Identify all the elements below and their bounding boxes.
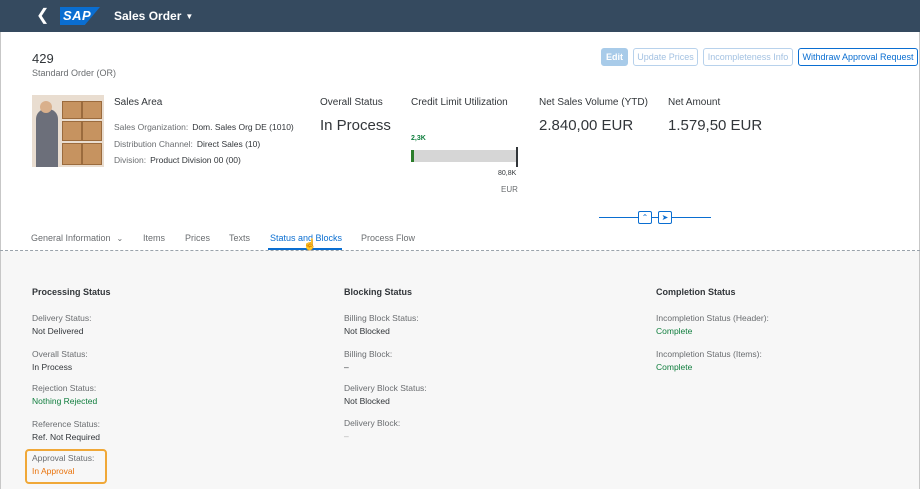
app-title-menu[interactable]: Sales Order ▼	[114, 9, 193, 23]
overall-status-value: In Process	[320, 117, 391, 134]
reference-status-label: Reference Status:	[32, 419, 101, 429]
net-sales-label: Net Sales Volume (YTD)	[539, 97, 648, 108]
sales-org-label: Sales Organization:	[114, 122, 189, 132]
processing-status-title: Processing Status	[32, 287, 111, 297]
sales-org-row: Sales Organization: Dom. Sales Org DE (10…	[114, 122, 294, 132]
object-type: Standard Order (OR)	[32, 68, 117, 78]
distribution-channel-row: Distribution Channel: Direct Sales (10)	[114, 139, 260, 149]
incompleteness-info-button[interactable]: Incompleteness Info	[703, 48, 793, 66]
tab-prices[interactable]: Prices	[185, 233, 210, 243]
division-value: Product Division 00 (00)	[150, 155, 241, 165]
chevron-down-icon: ⌄	[116, 234, 124, 243]
billing-block-label: Billing Block:	[344, 349, 393, 359]
completion-status-title: Completion Status	[656, 287, 736, 297]
distribution-channel-label: Distribution Channel:	[114, 139, 193, 149]
object-id: 429	[32, 51, 54, 66]
approval-status-highlight	[25, 449, 107, 484]
mouse-pointer-icon: ☝	[303, 239, 317, 251]
incompletion-header-value: Complete	[656, 326, 693, 336]
delivery-block-value: –	[344, 431, 349, 441]
tab-label: General Information	[31, 233, 111, 243]
rejection-status-label: Rejection Status:	[32, 383, 97, 393]
sap-logo[interactable]: SAP	[60, 7, 100, 25]
overall-status-field-value: In Process	[32, 362, 73, 372]
delivery-block-label: Delivery Block:	[344, 418, 401, 428]
edit-button[interactable]: Edit	[601, 48, 628, 66]
division-label: Division:	[114, 155, 147, 165]
delivery-block-status-value: Not Blocked	[344, 396, 390, 406]
app-title: Sales Order	[114, 9, 182, 23]
billing-block-status-label: Billing Block Status:	[344, 313, 419, 323]
credit-used-label: 2,3K	[411, 135, 426, 142]
overall-status-label: Overall Status	[320, 97, 383, 108]
tab-items[interactable]: Items	[143, 233, 165, 243]
sales-org-value: Dom. Sales Org DE (1010)	[192, 122, 294, 132]
caret-down-icon: ▼	[185, 12, 194, 21]
status-and-blocks-section: Processing Status Delivery Status: Not D…	[0, 251, 920, 489]
distribution-channel-value: Direct Sales (10)	[196, 139, 261, 149]
header-image	[32, 95, 104, 167]
delivery-block-status-label: Delivery Block Status:	[344, 383, 427, 393]
tab-texts[interactable]: Texts	[229, 233, 250, 243]
withdraw-approval-button[interactable]: Withdraw Approval Request	[798, 48, 918, 66]
tab-process-flow[interactable]: Process Flow	[361, 233, 415, 243]
tab-general-information[interactable]: General Information ⌄	[31, 233, 123, 243]
overall-status-field-label: Overall Status:	[32, 349, 88, 359]
incompletion-items-value: Complete	[656, 362, 693, 372]
anchor-bar: General Information ⌄ Items Prices Texts …	[0, 218, 920, 250]
back-icon[interactable]: ❮	[36, 7, 49, 25]
logo-text: SAP	[63, 8, 92, 23]
credit-limit-marker	[516, 147, 518, 167]
billing-block-value: –	[344, 362, 349, 372]
net-sales-value: 2.840,00 EUR	[539, 117, 634, 134]
net-amount-value: 1.579,50 EUR	[668, 117, 763, 134]
incompletion-items-label: Incompletion Status (Items):	[656, 349, 762, 359]
rejection-status-value: Nothing Rejected	[32, 396, 98, 406]
credit-max-label: 80,8K	[498, 170, 517, 177]
sales-area-title: Sales Area	[114, 97, 163, 108]
incompletion-header-label: Incompletion Status (Header):	[656, 313, 769, 323]
net-amount-label: Net Amount	[668, 97, 721, 108]
blocking-status-title: Blocking Status	[344, 287, 413, 297]
delivery-status-label: Delivery Status:	[32, 313, 92, 323]
credit-limit-bar	[411, 150, 517, 162]
division-row: Division: Product Division 00 (00)	[114, 155, 241, 165]
reference-status-value: Ref. Not Required	[32, 432, 101, 442]
update-prices-button[interactable]: Update Prices	[633, 48, 698, 66]
billing-block-status-value: Not Blocked	[344, 326, 390, 336]
shell-bar: ❮ SAP Sales Order ▼	[0, 0, 920, 32]
delivery-status-value: Not Delivered	[32, 326, 84, 336]
credit-limit-fill	[411, 150, 414, 162]
credit-limit-label: Credit Limit Utilization	[411, 97, 508, 108]
credit-unit: EUR	[501, 185, 518, 194]
